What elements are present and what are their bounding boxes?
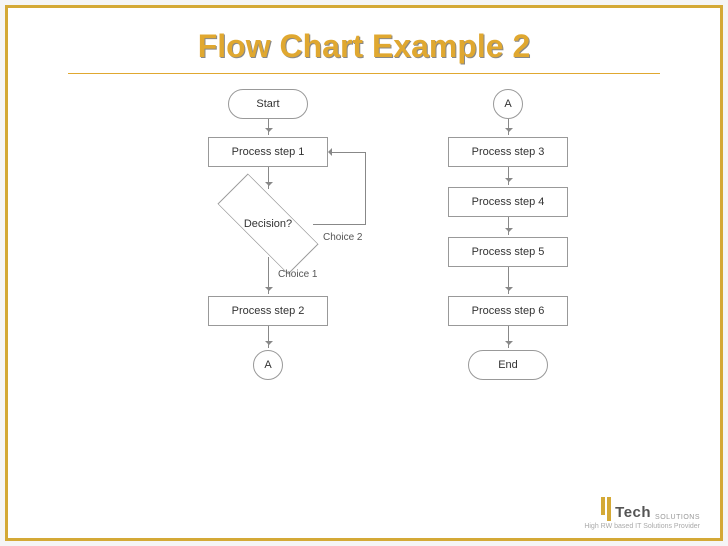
process-step-3: Process step 3 bbox=[448, 137, 568, 167]
arrow-head bbox=[324, 148, 332, 156]
logo-tagline: High RW based IT Solutions Provider bbox=[584, 523, 700, 530]
decision-label: Decision? bbox=[218, 191, 318, 257]
edge bbox=[313, 224, 365, 225]
choice-2-label: Choice 2 bbox=[323, 232, 362, 243]
slide-title: Flow Chart Example 2 bbox=[68, 8, 660, 74]
logo-icon bbox=[601, 497, 611, 521]
footer-logo: Tech SOLUTIONS High RW based IT Solution… bbox=[584, 497, 700, 530]
arrow bbox=[268, 257, 269, 294]
arrow bbox=[508, 119, 509, 135]
edge bbox=[330, 152, 365, 153]
arrow bbox=[268, 326, 269, 348]
choice-1-label: Choice 1 bbox=[278, 269, 317, 280]
process-step-2: Process step 2 bbox=[208, 296, 328, 326]
arrow bbox=[508, 326, 509, 348]
flowchart-canvas: Start Process step 1 Decision? Choice 2 … bbox=[8, 74, 720, 504]
terminator-end: End bbox=[468, 350, 548, 380]
terminator-start: Start bbox=[228, 89, 308, 119]
arrow bbox=[508, 167, 509, 185]
process-step-6: Process step 6 bbox=[448, 296, 568, 326]
process-step-5: Process step 5 bbox=[448, 237, 568, 267]
arrow bbox=[268, 167, 269, 189]
decision-node: Decision? bbox=[218, 191, 318, 257]
connector-a-out: A bbox=[253, 350, 283, 380]
connector-a-in: A bbox=[493, 89, 523, 119]
process-step-4: Process step 4 bbox=[448, 187, 568, 217]
arrow bbox=[508, 267, 509, 294]
arrow bbox=[268, 119, 269, 135]
process-step-1: Process step 1 bbox=[208, 137, 328, 167]
logo-text: Tech bbox=[615, 504, 651, 521]
arrow bbox=[508, 217, 509, 235]
logo-subtext: SOLUTIONS bbox=[655, 514, 700, 521]
edge bbox=[365, 152, 366, 225]
slide-frame: Flow Chart Example 2 Start Process step … bbox=[5, 5, 723, 541]
